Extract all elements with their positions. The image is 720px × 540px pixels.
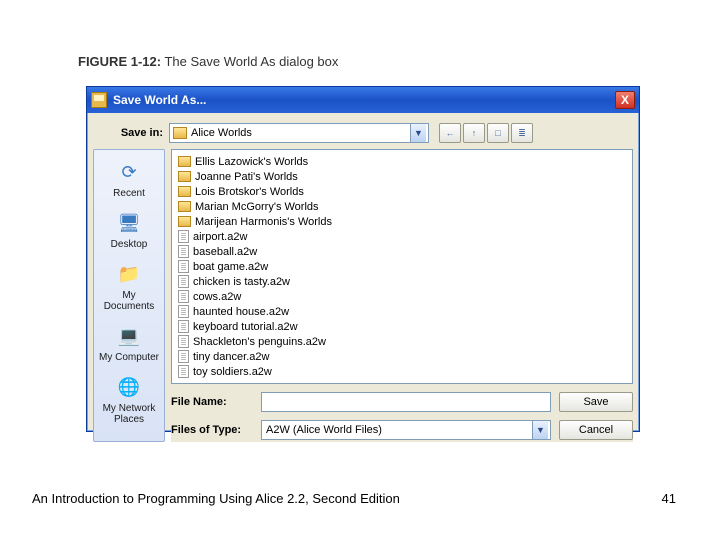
- item-label: airport.a2w: [193, 231, 247, 243]
- place-recent[interactable]: ⟳ Recent: [96, 154, 162, 203]
- filename-input[interactable]: [261, 392, 551, 412]
- computer-icon: 💻: [114, 322, 144, 350]
- filetype-label: Files of Type:: [171, 424, 253, 436]
- figure-label: FIGURE 1-12:: [78, 54, 161, 69]
- close-button[interactable]: X: [615, 91, 635, 109]
- cancel-button[interactable]: Cancel: [559, 420, 633, 440]
- list-item-file[interactable]: boat game.a2w: [178, 259, 626, 274]
- list-icon: ≣: [518, 128, 526, 139]
- place-desktop[interactable]: 🖥 Desktop: [96, 205, 162, 254]
- filetype-value: A2W (Alice World Files): [266, 424, 382, 436]
- place-computer[interactable]: 💻 My Computer: [96, 318, 162, 367]
- save-in-label: Save in:: [103, 127, 163, 139]
- filename-label: File Name:: [171, 396, 253, 408]
- list-item-folder[interactable]: Ellis Lazowick's Worlds: [178, 154, 626, 169]
- item-label: Marijean Harmonis's Worlds: [195, 216, 332, 228]
- place-label: My Documents: [98, 290, 160, 312]
- save-dialog: Save World As... X Save in: Alice Worlds…: [86, 86, 640, 432]
- titlebar[interactable]: Save World As... X: [87, 87, 639, 113]
- file-icon: [178, 290, 189, 303]
- file-icon: [178, 245, 189, 258]
- page-number: 41: [662, 491, 676, 506]
- new-folder-icon: □: [495, 128, 500, 138]
- figure-title: The Save World As dialog box: [161, 54, 338, 69]
- figure-caption: FIGURE 1-12: The Save World As dialog bo…: [78, 54, 338, 69]
- item-label: haunted house.a2w: [193, 306, 289, 318]
- up-button[interactable]: ↑: [463, 123, 485, 143]
- file-icon: [178, 320, 189, 333]
- documents-icon: 📁: [114, 260, 144, 288]
- list-item-file[interactable]: toy soldiers.a2w: [178, 364, 626, 379]
- app-icon: [91, 92, 107, 108]
- folder-icon: [178, 156, 191, 167]
- file-icon: [178, 305, 189, 318]
- list-item-folder[interactable]: Joanne Pati's Worlds: [178, 169, 626, 184]
- place-documents[interactable]: 📁 My Documents: [96, 256, 162, 316]
- file-icon: [178, 365, 189, 378]
- filetype-combo[interactable]: A2W (Alice World Files) ▼: [261, 420, 551, 440]
- place-network[interactable]: 🌐 My Network Places: [96, 369, 162, 429]
- item-label: Lois Brotskor's Worlds: [195, 186, 304, 198]
- up-icon: ↑: [472, 128, 477, 138]
- dialog-title: Save World As...: [113, 93, 615, 107]
- list-item-file[interactable]: chicken is tasty.a2w: [178, 274, 626, 289]
- back-icon: ←: [446, 128, 455, 138]
- item-label: Joanne Pati's Worlds: [195, 171, 298, 183]
- file-icon: [178, 260, 189, 273]
- item-label: chicken is tasty.a2w: [193, 276, 290, 288]
- list-item-file[interactable]: haunted house.a2w: [178, 304, 626, 319]
- item-label: tiny dancer.a2w: [193, 351, 269, 363]
- file-icon: [178, 275, 189, 288]
- list-item-folder[interactable]: Marijean Harmonis's Worlds: [178, 214, 626, 229]
- network-icon: 🌐: [114, 373, 144, 401]
- close-icon: X: [621, 93, 629, 107]
- list-item-folder[interactable]: Lois Brotskor's Worlds: [178, 184, 626, 199]
- chevron-down-icon[interactable]: ▼: [532, 421, 548, 439]
- list-item-folder[interactable]: Marian McGorry's Worlds: [178, 199, 626, 214]
- list-item-file[interactable]: baseball.a2w: [178, 244, 626, 259]
- item-label: Ellis Lazowick's Worlds: [195, 156, 308, 168]
- folder-icon: [178, 186, 191, 197]
- list-item-file[interactable]: tiny dancer.a2w: [178, 349, 626, 364]
- save-in-row: Save in: Alice Worlds ▼ ← ↑ □ ≣: [93, 119, 633, 149]
- list-item-file[interactable]: keyboard tutorial.a2w: [178, 319, 626, 334]
- file-list[interactable]: Ellis Lazowick's Worlds Joanne Pati's Wor…: [171, 149, 633, 384]
- chevron-down-icon[interactable]: ▼: [410, 124, 426, 142]
- file-icon: [178, 230, 189, 243]
- item-label: baseball.a2w: [193, 246, 257, 258]
- item-label: keyboard tutorial.a2w: [193, 321, 298, 333]
- folder-icon: [173, 127, 187, 139]
- folder-icon: [178, 216, 191, 227]
- save-button[interactable]: Save: [559, 392, 633, 412]
- places-bar: ⟳ Recent 🖥 Desktop 📁 My Documents 💻 My C…: [93, 149, 165, 442]
- item-label: boat game.a2w: [193, 261, 268, 273]
- file-icon: [178, 350, 189, 363]
- recent-icon: ⟳: [114, 158, 144, 186]
- save-in-value: Alice Worlds: [191, 127, 406, 139]
- list-item-file[interactable]: cows.a2w: [178, 289, 626, 304]
- list-item-file[interactable]: airport.a2w: [178, 229, 626, 244]
- place-label: My Computer: [99, 352, 159, 363]
- item-label: toy soldiers.a2w: [193, 366, 272, 378]
- folder-icon: [178, 171, 191, 182]
- view-buttons: ← ↑ □ ≣: [439, 123, 533, 143]
- new-folder-button[interactable]: □: [487, 123, 509, 143]
- folder-icon: [178, 201, 191, 212]
- place-label: Recent: [113, 188, 145, 199]
- list-item-file[interactable]: Shackleton's penguins.a2w: [178, 334, 626, 349]
- item-label: Marian McGorry's Worlds: [195, 201, 319, 213]
- desktop-icon: 🖥: [114, 209, 144, 237]
- item-label: Shackleton's penguins.a2w: [193, 336, 326, 348]
- view-list-button[interactable]: ≣: [511, 123, 533, 143]
- file-icon: [178, 335, 189, 348]
- place-label: Desktop: [111, 239, 148, 250]
- book-title: An Introduction to Programming Using Ali…: [32, 491, 400, 506]
- place-label: My Network Places: [98, 403, 160, 425]
- save-in-combo[interactable]: Alice Worlds ▼: [169, 123, 429, 143]
- item-label: cows.a2w: [193, 291, 241, 303]
- back-button[interactable]: ←: [439, 123, 461, 143]
